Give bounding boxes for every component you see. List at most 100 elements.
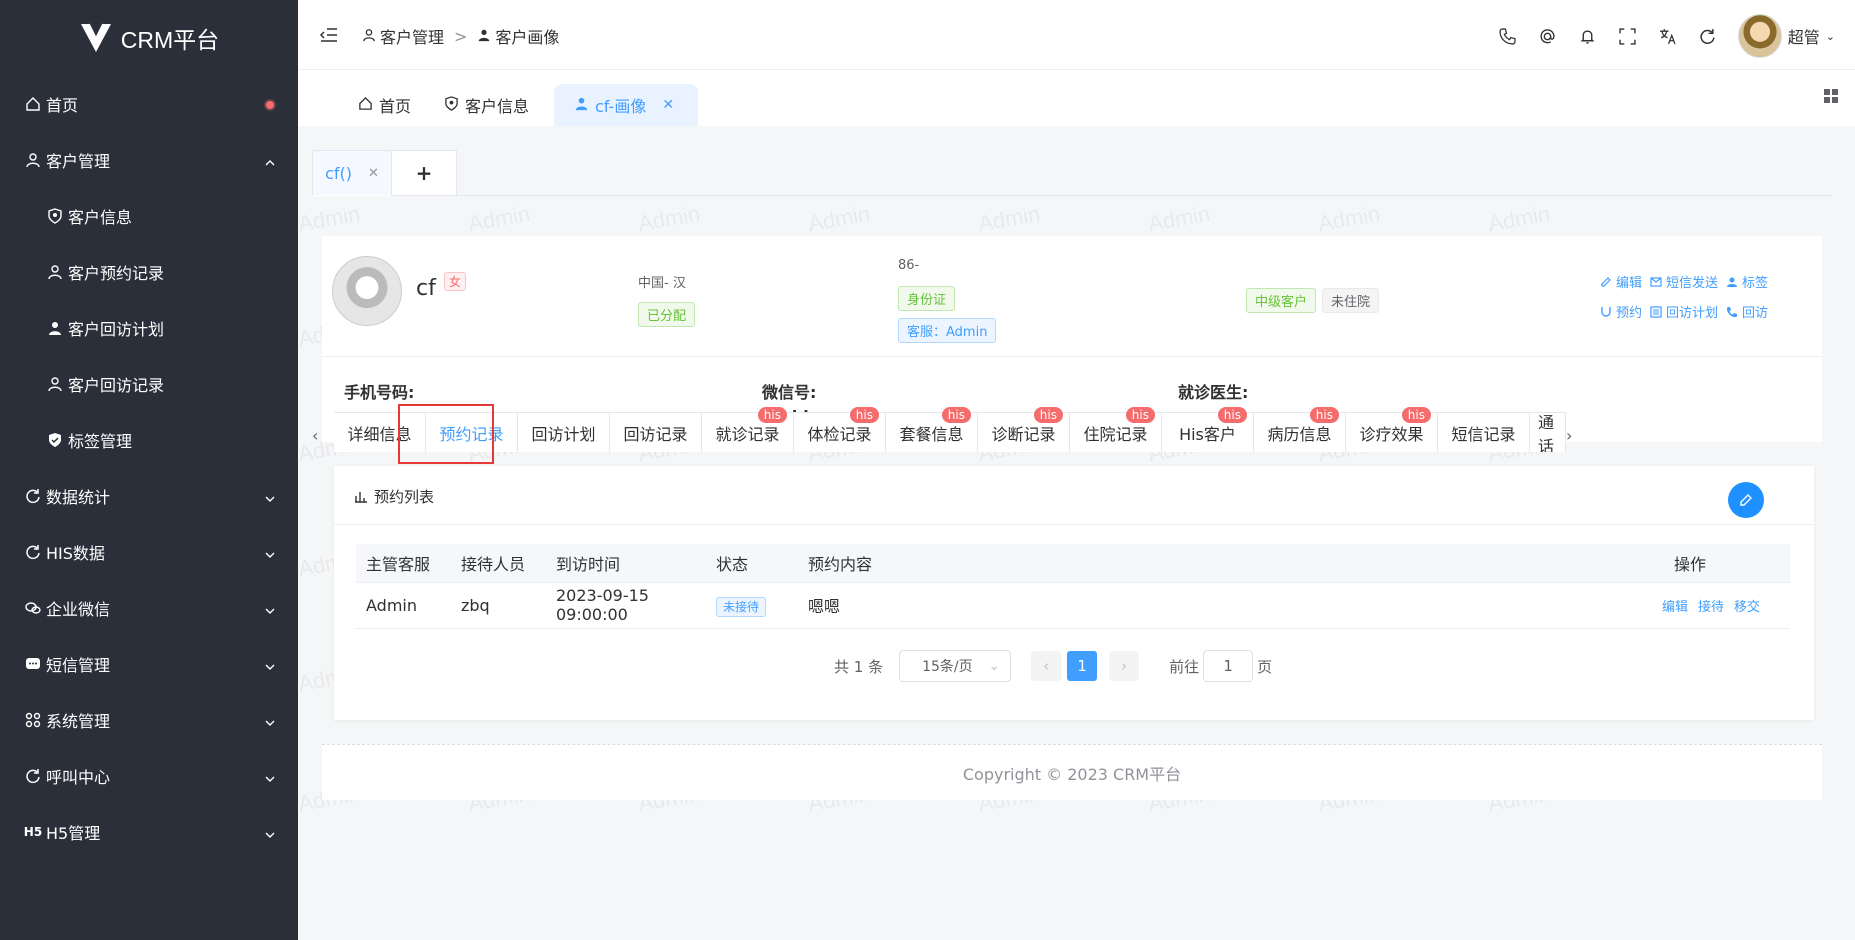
edit-row-link[interactable]: 编辑 (1662, 600, 1688, 615)
sub-tab[interactable]: 诊断记录 his (978, 407, 1070, 452)
sub-tab[interactable]: 套餐信息 his (886, 407, 978, 452)
followup-link-label: 回访 (1742, 306, 1769, 321)
watermark: Admin (806, 200, 872, 237)
send-sms-link[interactable]: 短信发送 (1650, 272, 1718, 291)
page-number-button[interactable]: 1 (1067, 651, 1098, 681)
tag-customer-info[interactable]: 客户信息 (424, 84, 549, 126)
sub-tab[interactable]: 回访记录 (610, 412, 702, 452)
sub-tab[interactable]: 回访计划 (518, 412, 610, 452)
watermark: Admin (1146, 126, 1212, 127)
menu-call-center-label: 呼叫中心 (46, 768, 111, 787)
menu-call-center[interactable]: 呼叫中心 (0, 748, 298, 804)
menu-home[interactable]: 首页 (0, 76, 298, 132)
user-menu[interactable]: 超管 ⌄ (1737, 14, 1835, 58)
followup-plan-link[interactable]: 回访计划 (1650, 302, 1718, 321)
sub-tab[interactable]: 就诊记录 his (702, 407, 794, 452)
at-icon[interactable] (1538, 26, 1558, 46)
menu-tag-management[interactable]: 标签管理 (0, 412, 298, 468)
prev-page-button[interactable]: ‹ (1031, 651, 1062, 681)
grid-icon[interactable] (1823, 88, 1839, 104)
sub-tab[interactable]: 诊疗效果 his (1346, 407, 1438, 452)
edit-fab-button[interactable] (1728, 482, 1764, 518)
appointment-link[interactable]: 预约 (1600, 302, 1642, 321)
sub-tab-label: 回访计划 (531, 424, 596, 444)
menu-data-stats[interactable]: 数据统计 (0, 468, 298, 524)
id-type-tag: 身份证 (898, 286, 956, 311)
menu-wecom[interactable]: 企业微信 (0, 580, 298, 636)
bell-icon[interactable] (1578, 26, 1598, 46)
close-icon[interactable]: ✕ (662, 97, 674, 113)
menu-sms[interactable]: 短信管理 (0, 636, 298, 692)
chevron-down-icon: ⌄ (1825, 29, 1835, 43)
menu-followup-plan[interactable]: 客户回访计划 (0, 300, 298, 356)
tag-label: cf-画像 (595, 97, 647, 116)
menu-his-data[interactable]: HIS数据 (0, 524, 298, 580)
goto-label: 前往 (1169, 657, 1200, 676)
sub-tab[interactable]: 体检记录 his (794, 407, 886, 452)
watermark: Admin (466, 200, 532, 237)
add-customer-tab-button[interactable]: + (391, 150, 457, 196)
sub-tab-label: 诊疗效果 (1359, 424, 1424, 444)
menu-customer-info[interactable]: 客户信息 (0, 188, 298, 244)
brand-name: CRM平台 (120, 27, 220, 53)
logo[interactable]: CRM平台 (0, 0, 298, 76)
customer-tab[interactable]: cf() ✕ (312, 150, 392, 196)
watermark: Admin (976, 126, 1042, 127)
receive-row-link[interactable]: 接待 (1698, 600, 1724, 615)
menu-appointment-records[interactable]: 客户预约记录 (0, 244, 298, 300)
sub-tab-label: 诊断记录 (991, 424, 1056, 444)
chevron-down-icon (264, 658, 275, 670)
chevron-right-icon[interactable]: › (1566, 426, 1580, 446)
sub-tab[interactable]: His客户 his (1162, 407, 1254, 452)
his-badge: his (1217, 407, 1247, 423)
sub-tab-label: 通话 (1538, 412, 1555, 452)
sub-tab[interactable]: 短信记录 (1438, 412, 1530, 452)
fullscreen-icon[interactable] (1618, 26, 1638, 46)
tag-label: 客户信息 (465, 97, 530, 116)
translate-icon[interactable] (1658, 26, 1678, 46)
home-icon (358, 96, 373, 115)
sub-tab[interactable]: 通话 (1530, 412, 1566, 452)
goto-page-input[interactable]: 1 (1203, 650, 1254, 682)
column-header: 到访时间 (546, 544, 706, 583)
table-header-row: 主管客服 接待人员 到访时间 状态 预约内容 操作 (356, 544, 1790, 583)
breadcrumb-item[interactable]: 客户管理 (362, 24, 444, 48)
followup-link[interactable]: 回访 (1726, 302, 1768, 321)
phone-icon[interactable] (1498, 26, 1518, 46)
phone-label: 手机号码: (344, 383, 415, 402)
chevron-left-icon[interactable]: ‹ (312, 426, 326, 446)
watermark: Admin (806, 126, 872, 127)
watermark: Admin (636, 126, 702, 127)
shield-check-icon (46, 431, 64, 449)
menu-followup-records[interactable]: 客户回访记录 (0, 356, 298, 412)
his-badge: his (849, 407, 879, 423)
tags-view: 首页 客户信息 cf-画像 ✕ (298, 70, 1855, 126)
menu-tag-management-label: 标签管理 (68, 432, 133, 451)
menu-customer-management[interactable]: 客户管理 (0, 132, 298, 188)
sub-tab[interactable]: 住院记录 his (1070, 407, 1162, 452)
sub-tab-label: 住院记录 (1083, 424, 1148, 444)
collapse-menu-icon[interactable] (319, 27, 338, 43)
tag-cf-profile[interactable]: cf-画像 ✕ (554, 84, 698, 126)
sub-tab[interactable]: 病历信息 his (1254, 407, 1346, 452)
watermark: Admin (1486, 126, 1552, 127)
operations-cell: 编辑 接待 移交 (1630, 582, 1790, 629)
assign-status-tag: 已分配 (638, 302, 696, 327)
tag-link[interactable]: 标签 (1726, 272, 1768, 291)
chevron-down-icon (264, 546, 275, 558)
doctor-label: 就诊医生: (1178, 383, 1249, 402)
transfer-row-link[interactable]: 移交 (1734, 600, 1760, 615)
menu-system[interactable]: 系统管理 (0, 692, 298, 748)
page-size-select[interactable]: 15条/页 ⌄ (899, 650, 1012, 682)
menu-h5[interactable]: H5 H5管理 (0, 804, 298, 860)
customer-sub-tabs: ‹ 详细信息 预约记录 回访计划 回访记录 就诊记录 his 体检记录 his 套餐信息 his 诊… (312, 404, 1832, 464)
main-content: Admin Admin Admin Admin Admin Admin Admin Admin… (298, 126, 1855, 940)
next-page-button[interactable]: › (1109, 651, 1140, 681)
edit-link[interactable]: 编辑 (1600, 272, 1642, 291)
watermark: Admin (298, 126, 362, 127)
refresh-icon[interactable] (1698, 26, 1718, 46)
list-title-text: 预约列表 (374, 488, 435, 506)
close-icon[interactable]: ✕ (368, 166, 379, 181)
tag-home[interactable]: 首页 (338, 84, 431, 126)
chevron-down-icon (264, 826, 275, 838)
